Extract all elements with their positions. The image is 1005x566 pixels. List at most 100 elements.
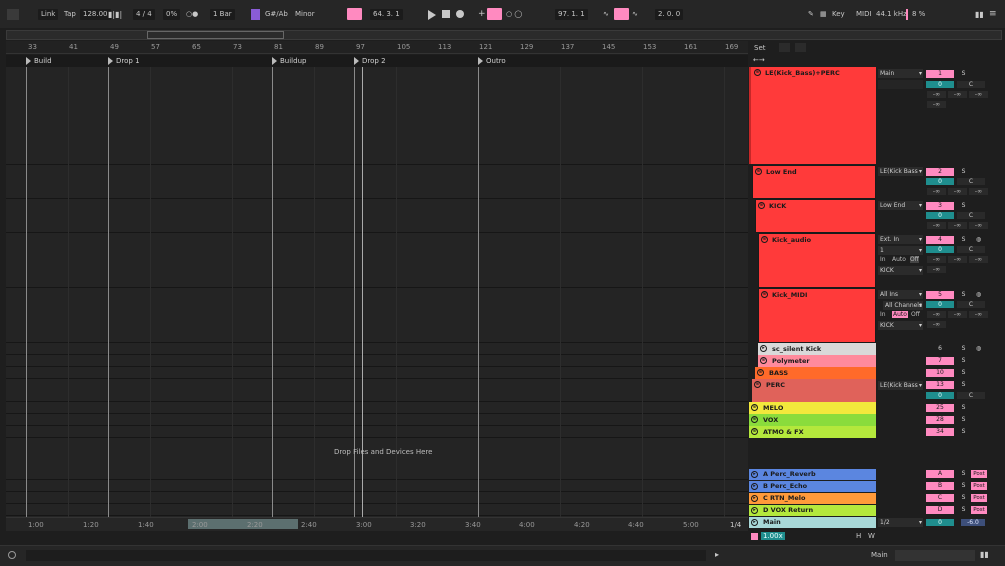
track-name[interactable]: sc_silent Kick [772,345,821,353]
return-track-c[interactable]: ▸ C RTN_Melo [749,493,876,504]
time-signature-field[interactable]: 4 / 4 [133,9,155,20]
track-activator[interactable]: 25 [926,404,954,412]
track-lane[interactable] [6,232,748,288]
h-button[interactable]: H [856,532,861,540]
track-activator[interactable]: 1 [926,70,954,78]
lock-icon[interactable] [795,43,806,52]
post-button[interactable]: Post [971,506,987,514]
solo-button[interactable]: S [958,202,969,210]
follow-button[interactable] [347,8,362,20]
group-fold-icon[interactable]: ⊕ [758,202,765,209]
track-lane[interactable] [6,378,748,402]
locator-flag-icon[interactable] [26,57,31,65]
draw-mode-icon[interactable]: ✎ [808,9,814,20]
return-track-a[interactable]: ▸ A Perc_Reverb [749,469,876,480]
scale-dropdown[interactable]: Minor [295,9,315,20]
menu-icon[interactable]: ≡ [989,9,997,20]
locator-buildup[interactable]: Buildup [280,57,306,65]
zoom-factor[interactable]: 1.00x [761,532,785,540]
automation-arm-button[interactable] [487,8,502,20]
solo-button[interactable]: S [958,291,969,299]
return-track-b[interactable]: ▸ B Perc_Echo [749,481,876,492]
track-bass[interactable]: ⊕ BASS [755,367,876,379]
locator-drop-1[interactable]: Drop 1 [116,57,140,65]
solo-button[interactable]: S [958,369,969,377]
track-name[interactable]: C RTN_Melo [763,494,805,502]
scale-mode-icon[interactable] [251,9,260,20]
pan-field[interactable]: C [957,246,985,253]
return-activator[interactable]: D [926,506,954,514]
monitor-off[interactable]: Off [911,311,920,318]
main-volume-field[interactable]: 0 [926,519,954,526]
monitor-in[interactable]: In [880,256,886,263]
metronome-icon[interactable]: ○● [186,9,198,20]
link-button[interactable]: Link [38,9,59,20]
position-field[interactable]: 64. 3. 1 [370,9,403,20]
post-button[interactable]: Post [971,482,987,490]
solo-button[interactable]: S [958,345,969,353]
track-activator[interactable]: 28 [926,416,954,424]
locator-outro[interactable]: Outro [486,57,506,65]
locator-flag-icon[interactable] [272,57,277,65]
zoom-readout[interactable]: 1/4 [730,521,741,529]
set-label[interactable]: Set [754,44,766,52]
return-activator[interactable]: B [926,482,954,490]
group-fold-icon[interactable]: ⊕ [751,428,758,435]
track-lane[interactable] [6,287,748,343]
punch-out-icon[interactable]: ∿ [632,9,638,20]
loop-start-field[interactable]: 97. 1. 1 [555,9,588,20]
punch-icon[interactable]: ○ ◯ [506,9,522,20]
track-activator[interactable]: 4 [926,236,954,244]
track-input-channel-dropdown[interactable]: All Channels [883,301,923,310]
play-icon[interactable]: ▸ [751,507,758,514]
volume-field[interactable]: 0 [926,178,954,185]
play-icon[interactable]: ▸ [751,471,758,478]
monitor-auto[interactable]: Auto [892,311,908,318]
record-icon[interactable] [456,10,464,18]
return-lane[interactable] [6,503,748,516]
key-dropdown[interactable]: G#/Ab [265,9,288,20]
solo-button[interactable]: S [958,428,969,436]
group-fold-icon[interactable]: ⊕ [757,369,764,376]
track-vox[interactable]: ⊕ VOX [749,414,876,426]
volume-field[interactable]: 0 [926,246,954,253]
track-kick-audio[interactable]: ⊕ Kick_audio [758,233,876,288]
loop-length-field[interactable]: 2. 0. 0 [655,9,684,20]
play-icon[interactable]: ▸ [760,345,767,352]
track-activator[interactable]: 34 [926,428,954,436]
time-ruler[interactable]: 1:00 1:20 1:40 2:00 2:20 2:40 3:00 3:20 … [6,517,748,531]
volume-field[interactable]: 0 [926,301,954,308]
locator-flag-icon[interactable] [354,57,359,65]
solo-button[interactable]: S [958,404,969,412]
track-lane[interactable] [6,198,748,233]
solo-button[interactable]: S [958,416,969,424]
monitor-auto[interactable]: Auto [892,256,906,263]
play-icon[interactable]: ▸ [751,495,758,502]
solo-button[interactable]: S [958,482,969,490]
track-activator[interactable]: 5 [926,291,954,299]
swing-field[interactable]: 0% [163,9,181,20]
track-group-le[interactable]: ⊕ LE(Kick_Bass)+PERC [749,67,876,164]
main-level-readout[interactable]: -6.0 [961,519,985,526]
return-activator[interactable]: A [926,470,954,478]
track-name[interactable]: Main [763,518,781,526]
arrangement-overview[interactable] [6,30,1002,40]
track-lane[interactable] [6,164,748,199]
locator-flag-icon[interactable] [108,57,113,65]
track-activator[interactable]: 13 [926,381,954,389]
track-output-dropdown[interactable]: LE(Kick Bass [878,381,923,390]
track-input-channel-dropdown[interactable]: 1 [878,246,923,255]
track-name[interactable]: B Perc_Echo [763,482,807,490]
solo-button[interactable]: S [958,470,969,478]
group-fold-icon[interactable]: ⊕ [751,416,758,423]
post-button[interactable]: Post [971,470,987,478]
info-icon[interactable] [8,551,16,559]
play-icon[interactable]: ▸ [751,483,758,490]
arm-icon[interactable]: ◍ [973,236,984,244]
w-button[interactable]: W [868,532,875,540]
locator-drop-2[interactable]: Drop 2 [362,57,386,65]
volume-field[interactable]: 0 [926,212,954,219]
track-lane[interactable] [6,67,748,165]
track-fold-icon[interactable]: ⊕ [761,236,768,243]
track-name[interactable]: VOX [763,416,778,424]
